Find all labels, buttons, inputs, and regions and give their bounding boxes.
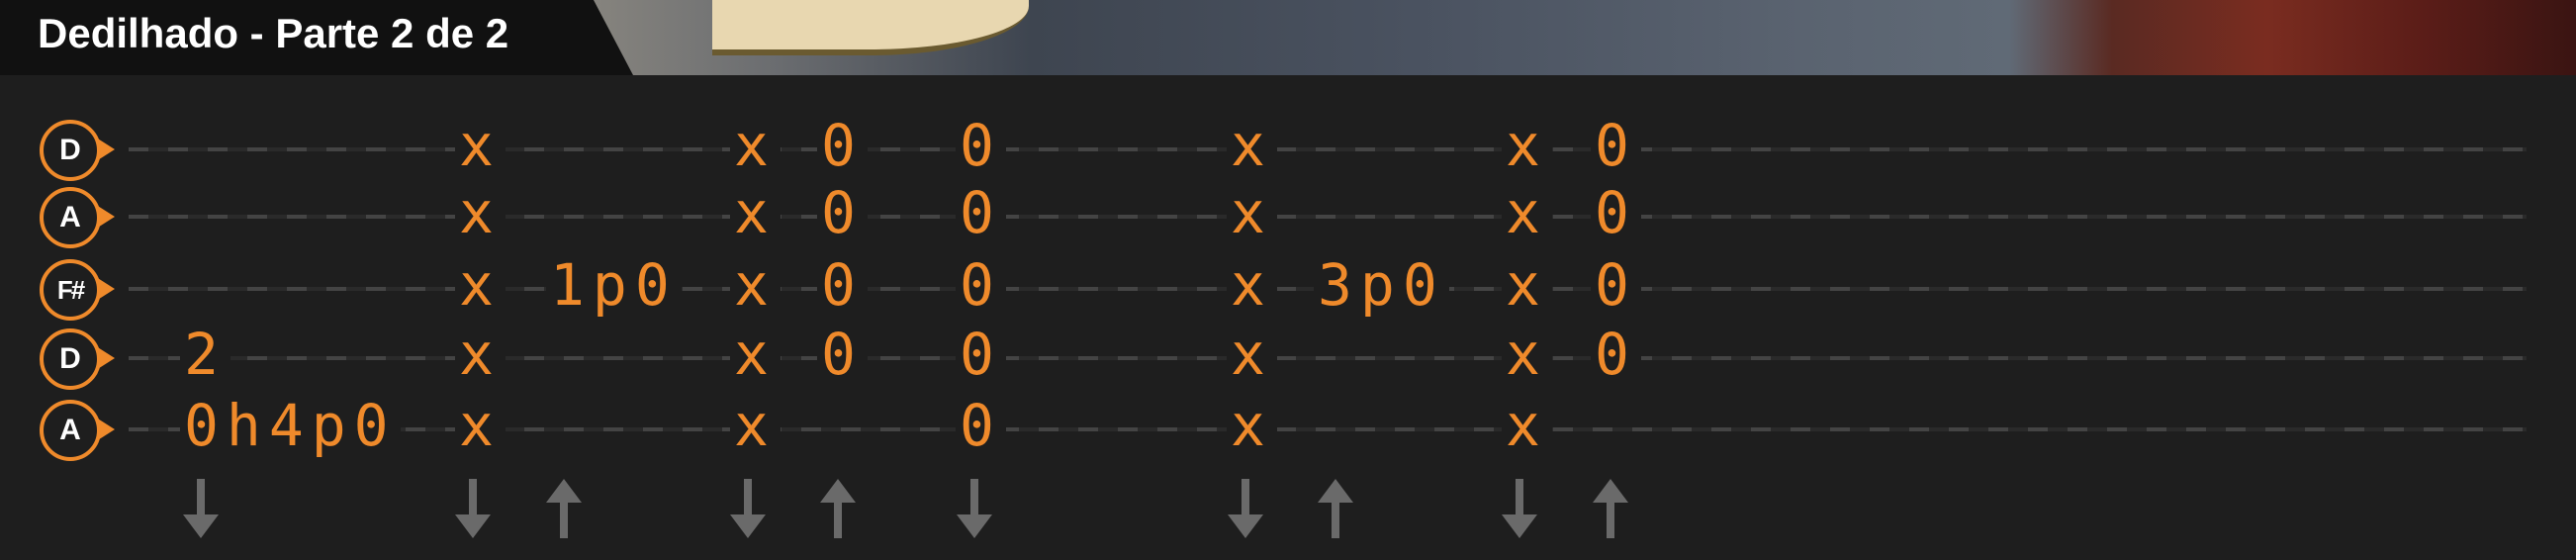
tab-note: 0 [956,179,1006,246]
strum-up-arrow-icon [820,479,856,538]
string-label-badge: A [40,400,101,461]
tab-note: 0h4p0 [180,392,401,459]
tab-note: x [1227,392,1277,459]
tab-note: x [1227,251,1277,319]
tab-note: x [1227,321,1277,388]
strum-up-arrow-icon [1318,479,1353,538]
strum-up-arrow-icon [546,479,582,538]
tab-note: x [1502,392,1552,459]
tab-note: 0 [1591,321,1641,388]
tab-note: 0 [817,321,868,388]
tab-note: x [730,179,781,246]
guitar-image [712,0,1029,55]
strum-down-arrow-icon [730,479,766,538]
tab-note: 3p0 [1314,251,1449,319]
string-label-badge: D [40,120,101,181]
tab-note: x [455,251,506,319]
tab-note: x [1502,321,1552,388]
strum-up-arrow-icon [1593,479,1628,538]
tab-note: x [1502,112,1552,179]
string-label-badge: A [40,187,101,248]
tab-note: x [455,392,506,459]
strum-down-arrow-icon [1502,479,1537,538]
strum-down-arrow-icon [957,479,992,538]
tab-note: 0 [956,321,1006,388]
tab-note: x [455,179,506,246]
section-title: Dedilhado - Parte 2 de 2 [38,10,509,56]
strum-down-arrow-icon [183,479,219,538]
tab-note: 0 [1591,112,1641,179]
tab-note: x [455,112,506,179]
tab-note: x [730,321,781,388]
tab-note: 0 [817,251,868,319]
tab-note: x [1502,179,1552,246]
string-label-badge: F# [40,259,101,321]
strum-down-arrow-icon [1228,479,1263,538]
tab-note: x [1227,179,1277,246]
tab-note: x [730,392,781,459]
tab-note: 0 [817,179,868,246]
tab-note: x [730,251,781,319]
string-label-badge: D [40,328,101,390]
title-bar: Dedilhado - Parte 2 de 2 [0,0,633,75]
tab-note: x [1227,112,1277,179]
tab-note: 0 [956,392,1006,459]
tab-note: x [1502,251,1552,319]
tab-note: 0 [1591,251,1641,319]
tab-note: x [730,112,781,179]
tab-note: 2 [180,321,230,388]
tab-note: 0 [817,112,868,179]
tab-note: x [455,321,506,388]
strum-down-arrow-icon [455,479,491,538]
tab-note: 0 [956,112,1006,179]
tab-note: 0 [956,251,1006,319]
tab-note: 0 [1591,179,1641,246]
tab-note: 1p0 [546,251,682,319]
